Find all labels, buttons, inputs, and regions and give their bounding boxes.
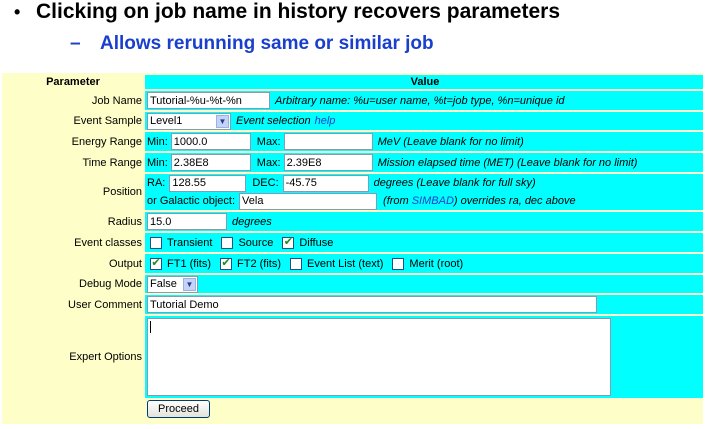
debug-mode-row: Debug Mode False ▼ <box>2 275 703 293</box>
checkbox-label: Event List (text) <box>307 257 384 270</box>
checkbox-label: Diffuse <box>299 236 334 249</box>
user-comment-row: User Comment Tutorial Demo <box>2 295 703 314</box>
simbad-post: ) overrides ra, dec above <box>453 195 576 207</box>
event-sample-selected: Level1 <box>150 115 183 127</box>
checkbox-label: FT1 (fits) <box>167 257 211 270</box>
event-classes-label: Event classes <box>74 236 142 249</box>
radius-label: Radius <box>107 215 142 228</box>
event-classes-row: Event classes Transient Source ✔ Diffuse <box>2 233 703 252</box>
checkmark-icon: ✔ <box>221 257 231 269</box>
checkbox-diffuse[interactable]: ✔ <box>282 236 295 249</box>
checkbox-ft1-fits[interactable]: ✔ <box>150 257 162 270</box>
sub-bullet-marker: – <box>70 33 81 54</box>
form-header-row: Parameter Value <box>2 75 703 89</box>
galactic-object-input[interactable]: Vela <box>239 192 378 210</box>
time-range-label: Time Range <box>82 156 142 169</box>
chevron-down-icon: ▼ <box>216 114 229 128</box>
proceed-area: Proceed <box>147 400 210 418</box>
job-parameter-form: Parameter Value Job Name Tutorial-%u-%t-… <box>2 73 703 424</box>
expert-options-textarea[interactable] <box>147 318 611 396</box>
dec-label: DEC: <box>252 177 279 189</box>
energy-min-input[interactable]: 1000.0 <box>170 133 251 150</box>
energy-max-input[interactable] <box>283 133 373 150</box>
debug-mode-select[interactable]: False ▼ <box>147 275 198 293</box>
parameter-column-header: Parameter <box>46 76 100 88</box>
output-label: Output <box>108 257 142 270</box>
expert-options-label: Expert Options <box>69 351 142 363</box>
slide-bullet: • Clicking on job name in history recove… <box>14 0 560 24</box>
output-row: Output ✔ FT1 (fits) ✔ FT2 (fits) Event List … <box>2 254 703 273</box>
energy-max-label: Max: <box>256 135 281 148</box>
user-comment-label: User Comment <box>68 298 142 311</box>
event-classes-group: Transient Source ✔ Diffuse <box>145 233 703 252</box>
checkmark-icon: ✔ <box>283 236 293 248</box>
proceed-button[interactable]: Proceed <box>147 400 210 418</box>
value-column-header: Value <box>145 75 703 89</box>
simbad-link[interactable]: SIMBAD <box>412 195 454 207</box>
time-range-note: Mission elapsed time (MET) (Leave blank … <box>377 156 638 169</box>
event-sample-select[interactable]: Level1 ▼ <box>147 112 231 130</box>
energy-range-note: MeV (Leave blank for no limit) <box>377 135 524 148</box>
checkbox-event-list-text[interactable] <box>290 257 302 270</box>
job-name-label: Job Name <box>91 94 142 107</box>
text-caret <box>150 321 151 333</box>
energy-min-label: Min: <box>147 135 168 148</box>
bullet-marker: • <box>14 1 21 22</box>
position-note: degrees (Leave blank for full sky) <box>373 177 536 189</box>
output-group: ✔ FT1 (fits) ✔ FT2 (fits) Event List (text) M… <box>145 254 703 273</box>
dec-input[interactable]: -45.75 <box>282 174 369 192</box>
simbad-pre: (from <box>383 195 409 207</box>
event-sample-note: Event selection <box>236 115 311 127</box>
checkbox-label: FT2 (fits) <box>237 257 281 270</box>
checkbox-transient[interactable] <box>150 236 162 249</box>
position-row: Position RA: 128.55 DEC: -45.75 degrees … <box>2 174 703 210</box>
bullet-text: Clicking on job name in history recovers… <box>36 0 561 23</box>
radius-input[interactable]: 15.0 <box>147 213 227 230</box>
ra-label: RA: <box>147 177 166 189</box>
galactic-object-label: or Galactic object: <box>147 195 236 207</box>
user-comment-input[interactable]: Tutorial Demo <box>147 296 597 313</box>
checkbox-source[interactable] <box>221 236 234 249</box>
checkbox-label: Transient <box>167 236 213 249</box>
job-name-note: Arbitrary name: %u=user name, %t=job typ… <box>275 94 565 107</box>
debug-mode-selected: False <box>150 278 177 290</box>
checkbox-label: Source <box>238 236 274 249</box>
time-max-label: Max: <box>256 156 281 169</box>
radius-row: Radius 15.0 degrees <box>2 212 703 231</box>
expert-options-row: Expert Options <box>2 316 703 398</box>
job-name-row: Job Name Tutorial-%u-%t-%n Arbitrary nam… <box>2 91 703 110</box>
time-range-row: Time Range Min: 2.38E8 Max: 2.39E8 Missi… <box>2 153 703 172</box>
checkbox-ft2-fits[interactable]: ✔ <box>220 257 232 270</box>
energy-range-label: Energy Range <box>71 135 142 148</box>
slide-sub-bullet: – Allows rerunning same or similar job <box>70 33 434 55</box>
time-max-input[interactable]: 2.39E8 <box>283 154 373 171</box>
job-name-input[interactable]: Tutorial-%u-%t-%n <box>147 92 270 109</box>
event-sample-label: Event Sample <box>73 115 142 127</box>
checkmark-icon: ✔ <box>151 257 161 269</box>
chevron-down-icon: ▼ <box>183 277 196 291</box>
time-min-input[interactable]: 2.38E8 <box>170 154 251 171</box>
ra-input[interactable]: 128.55 <box>169 174 247 192</box>
checkbox-merit-root[interactable] <box>392 257 405 270</box>
time-min-label: Min: <box>147 156 168 169</box>
sub-bullet-text: Allows rerunning same or similar job <box>100 33 434 54</box>
checkbox-label: Merit (root) <box>409 257 464 270</box>
event-sample-row: Event Sample Level1 ▼ Event selection he… <box>2 112 703 130</box>
debug-mode-label: Debug Mode <box>79 278 142 290</box>
event-sample-help-link[interactable]: help <box>315 115 336 127</box>
position-label: Position <box>102 186 142 198</box>
energy-range-row: Energy Range Min: 1000.0 Max: MeV (Leave… <box>2 132 703 151</box>
radius-note: degrees <box>232 215 272 228</box>
